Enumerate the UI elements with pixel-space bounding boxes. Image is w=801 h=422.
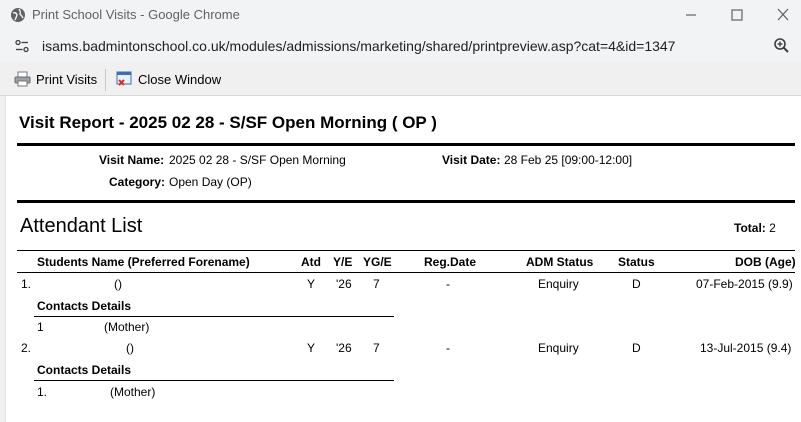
dob-value: 13-Jul-2015 (9.4) (700, 341, 792, 355)
toolbar-divider (105, 69, 106, 91)
reg-date-value: - (446, 341, 450, 355)
total-count: Total: 2 (734, 221, 776, 235)
visit-name-label: Visit Name: (99, 153, 165, 167)
attendant-list-title: Attendant List (20, 215, 143, 237)
header-ye: Y/E (333, 255, 353, 269)
table-header-top-rule (17, 250, 795, 251)
reg-date-value: - (446, 277, 450, 291)
header-atd: Atd (301, 255, 321, 269)
header-dob: DOB (Age) (735, 255, 796, 269)
window-title: Print School Visits - Google Chrome (32, 7, 240, 22)
header-yge: YG/E (363, 255, 392, 269)
ye-value: '26 (336, 341, 352, 355)
ye-value: '26 (336, 277, 352, 291)
report-toolbar: Print Visits Close Window (0, 62, 801, 96)
header-reg-date: Reg.Date (424, 255, 477, 269)
address-bar: isams.badmintonschool.co.uk/modules/admi… (0, 30, 801, 62)
header-students-name: Students Name (Preferred Forename) (37, 255, 250, 269)
contact-number: 1. (37, 385, 48, 399)
contact-relation: (Mother) (110, 385, 156, 399)
adm-status-value: Enquiry (538, 277, 579, 291)
atd-value: Y (307, 277, 316, 291)
close-icon[interactable] (770, 5, 796, 25)
yge-value: 7 (373, 341, 380, 355)
row-number: 2. (21, 341, 32, 355)
visit-date-label: Visit Date: (442, 153, 501, 167)
status-value: D (632, 277, 641, 291)
atd-value: Y (307, 341, 316, 355)
adm-status-value: Enquiry (538, 341, 579, 355)
contacts-details-label: Contacts Details (37, 363, 132, 377)
report-title: Visit Report - 2025 02 28 - S/SF Open Mo… (19, 113, 437, 132)
student-name: () (114, 277, 122, 291)
print-visits-button[interactable]: Print Visits (14, 70, 97, 88)
student-name: () (126, 341, 134, 355)
minimize-icon[interactable] (678, 5, 704, 25)
printer-icon (14, 71, 31, 87)
close-window-label: Close Window (138, 71, 222, 87)
zoom-icon[interactable] (772, 36, 792, 56)
contacts-rule (34, 380, 394, 381)
contacts-details-label: Contacts Details (37, 299, 132, 313)
contact-relation: (Mother) (104, 320, 150, 334)
category-label: Category: (109, 175, 166, 189)
contact-number: 1 (37, 320, 44, 334)
browser-title-bar: Print School Visits - Google Chrome (0, 0, 801, 30)
close-window-button[interactable]: Close Window (116, 70, 221, 88)
maximize-icon[interactable] (724, 5, 750, 25)
yge-value: 7 (373, 277, 380, 291)
status-value: D (632, 341, 641, 355)
site-settings-icon[interactable] (14, 38, 30, 54)
url-field[interactable]: isams.badmintonschool.co.uk/modules/admi… (42, 38, 675, 54)
visit-name-value: 2025 02 28 - S/SF Open Morning (169, 153, 346, 167)
info-rule (17, 200, 795, 203)
row-number: 1. (21, 277, 32, 291)
dob-value: 07-Feb-2015 (9.9) (696, 277, 793, 291)
visit-date-value: 28 Feb 25 [09:00-12:00] (504, 153, 633, 167)
globe-icon (11, 8, 25, 22)
contacts-rule (34, 316, 394, 317)
header-adm-status: ADM Status (526, 255, 594, 269)
report-content: Visit Report - 2025 02 28 - S/SF Open Mo… (6, 96, 801, 422)
table-header-bottom-rule (17, 272, 795, 273)
header-status: Status (618, 255, 655, 269)
title-rule (17, 143, 795, 146)
print-visits-label: Print Visits (36, 71, 98, 87)
close-window-icon (116, 71, 132, 86)
category-value: Open Day (OP) (169, 175, 252, 189)
